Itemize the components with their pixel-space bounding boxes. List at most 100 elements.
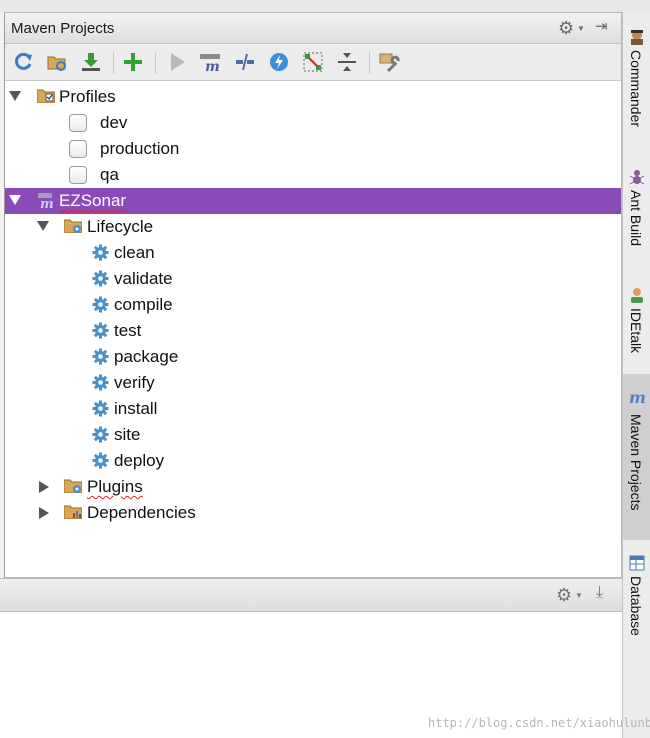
lifecycle-goal-install[interactable]: install	[5, 396, 621, 422]
skip-tests-button[interactable]	[267, 50, 291, 74]
sidebar-tab-ant-build[interactable]: Ant Build	[623, 162, 650, 272]
toggle-offline-button[interactable]	[233, 50, 257, 74]
sidebar-tab-label: Maven Projects	[628, 414, 644, 511]
lifecycle-goal-compile[interactable]: compile	[5, 292, 621, 318]
gear-icon	[92, 374, 109, 391]
gear-icon	[92, 322, 109, 339]
lifecycle-goal-verify[interactable]: verify	[5, 370, 621, 396]
tool-window-sidebar: Commander Ant Build IDEtalk m Maven Proj…	[622, 12, 650, 738]
goal-label: deploy	[114, 451, 165, 470]
svg-text:m: m	[629, 388, 646, 406]
project-label: EZSonar	[59, 191, 127, 210]
tree-node-label: Lifecycle	[87, 217, 154, 236]
generate-sources-button[interactable]	[45, 50, 69, 74]
maven-project-icon: m	[38, 193, 54, 209]
tree-node-dependencies[interactable]: Dependencies	[5, 500, 621, 526]
idetalk-icon	[631, 288, 643, 303]
goal-label: package	[114, 347, 179, 366]
lifecycle-goal-test[interactable]: test	[5, 318, 621, 344]
gear-icon[interactable]: ⚙	[558, 18, 574, 39]
offline-icon	[236, 53, 254, 71]
gear-icon	[92, 270, 109, 287]
goal-label: test	[114, 321, 142, 340]
goal-label: clean	[114, 243, 155, 262]
gear-icon	[92, 400, 109, 417]
profiles-folder-icon	[37, 89, 55, 103]
goal-label: verify	[114, 373, 155, 392]
sidebar-tab-maven-projects[interactable]: m Maven Projects	[623, 374, 650, 540]
collapse-arrow-icon[interactable]	[39, 481, 49, 493]
tree-node-label: Dependencies	[87, 503, 196, 522]
gear-icon	[92, 244, 109, 261]
expand-arrow-icon[interactable]	[9, 91, 21, 101]
play-icon	[171, 53, 185, 71]
lifecycle-goal-site[interactable]: site	[5, 422, 621, 448]
svg-text:m: m	[205, 59, 220, 73]
svg-text:m: m	[40, 197, 54, 209]
lifecycle-folder-icon	[64, 219, 82, 233]
sidebar-tab-database[interactable]: Database	[623, 548, 650, 658]
folder-refresh-icon	[47, 56, 66, 71]
lifecycle-goal-validate[interactable]: validate	[5, 266, 621, 292]
tree-node-profiles[interactable]: Profiles	[5, 84, 621, 110]
profile-label: qa	[100, 165, 119, 184]
lifecycle-goal-deploy[interactable]: deploy	[5, 448, 621, 474]
lifecycle-goal-package[interactable]: package	[5, 344, 621, 370]
collapse-arrow-icon[interactable]	[39, 507, 49, 519]
maven-goal-icon: m	[200, 54, 220, 73]
sidebar-tab-label: Database	[628, 576, 644, 636]
expand-arrow-icon[interactable]	[9, 195, 21, 205]
profile-checkbox[interactable]	[69, 140, 87, 158]
goal-label: validate	[114, 269, 173, 288]
profile-item-production[interactable]: production	[5, 136, 621, 162]
tree-node-plugins[interactable]: Plugins	[5, 474, 621, 500]
collapse-icon	[338, 53, 356, 71]
plugins-folder-icon	[64, 479, 82, 493]
profile-checkbox[interactable]	[69, 166, 87, 184]
execute-maven-goal-button[interactable]: m	[199, 50, 223, 74]
profile-item-dev[interactable]: dev	[5, 110, 621, 136]
collapse-all-button[interactable]	[335, 50, 359, 74]
expand-arrow-icon[interactable]	[37, 221, 49, 231]
tree-node-label: Profiles	[59, 87, 116, 106]
profile-label: production	[100, 139, 180, 158]
ant-icon	[629, 170, 645, 185]
hide-panel-icon[interactable]: ⇥	[595, 17, 608, 35]
goal-label: install	[114, 399, 158, 418]
bottom-tool-panel-header: ⚙ ▼ ⤓	[0, 578, 622, 612]
toolbar-separator	[113, 52, 114, 74]
lightning-icon	[270, 53, 288, 71]
toolbar-separator	[155, 52, 156, 74]
maven-toolbar: m	[5, 44, 621, 81]
plus-icon	[124, 53, 142, 71]
add-maven-project-button[interactable]	[121, 50, 145, 74]
reimport-button[interactable]	[11, 50, 35, 74]
chevron-down-icon[interactable]: ▼	[577, 24, 585, 33]
sidebar-tab-label: IDEtalk	[628, 308, 644, 354]
gear-icon	[92, 348, 109, 365]
diagram-icon	[303, 52, 323, 72]
minimize-icon[interactable]: ⤓	[596, 584, 603, 602]
tree-node-project[interactable]: m EZSonar	[5, 188, 621, 214]
show-dependencies-button[interactable]	[301, 50, 325, 74]
tree-node-lifecycle[interactable]: Lifecycle	[5, 214, 621, 240]
toolbar-separator	[369, 52, 370, 74]
profile-item-qa[interactable]: qa	[5, 162, 621, 188]
sidebar-tab-commander[interactable]: Commander	[623, 22, 650, 156]
maven-settings-button[interactable]	[377, 50, 401, 74]
wrench-icon	[379, 53, 400, 73]
run-maven-build-button[interactable]	[165, 50, 189, 74]
profile-checkbox[interactable]	[69, 114, 87, 132]
lifecycle-goal-clean[interactable]: clean	[5, 240, 621, 266]
gear-icon[interactable]: ⚙	[556, 585, 572, 606]
sidebar-tab-label: Ant Build	[628, 190, 644, 247]
sidebar-tab-label: Commander	[628, 50, 644, 128]
download-sources-button[interactable]	[79, 50, 103, 74]
dependencies-folder-icon	[64, 505, 82, 519]
profile-label: dev	[100, 113, 128, 132]
commander-icon	[631, 30, 643, 45]
tree-node-label: Plugins	[87, 477, 143, 496]
chevron-down-icon[interactable]: ▼	[575, 591, 583, 600]
panel-title-bar: Maven Projects ⚙ ▼ ⇥	[5, 13, 621, 44]
sidebar-tab-idetalk[interactable]: IDEtalk	[623, 280, 650, 376]
